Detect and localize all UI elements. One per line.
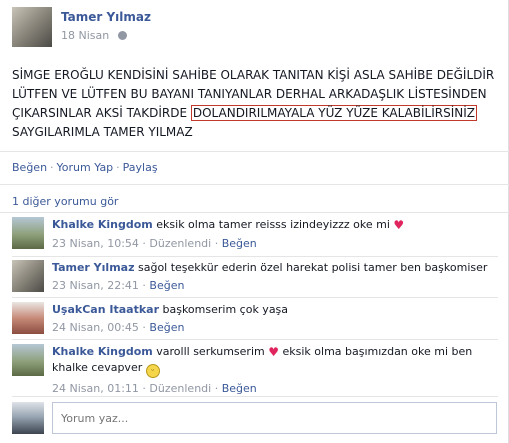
facebook-post: Tamer Yılmaz 18 Nisan SİMGE EROĞLU KENDİ… [0, 0, 509, 443]
comment-date[interactable]: 23 Nisan, 22:41 [52, 279, 139, 292]
post-actions: Beğen · Yorum Yap · Paylaş [12, 161, 158, 174]
author-avatar[interactable] [12, 7, 52, 47]
comment-meta: 23 Nisan, 22:41 · Beğen [52, 279, 185, 292]
heart-icon: ♥ [393, 218, 405, 232]
comment-date[interactable]: 24 Nisan, 01:11 [52, 382, 139, 395]
commenter-name[interactable]: UşakCan Itaatkar [52, 303, 159, 316]
post-text-highlight: DOLANDIRILMAYALA YÜZ YÜZE KALABİLİRSİNİZ [190, 105, 477, 121]
comment-text: sağol teşekkür ederin özel harekat polis… [137, 261, 488, 274]
post-text-after: SAYGILARIMLA TAMER YILMAZ [12, 125, 193, 139]
divider [12, 297, 498, 298]
commenter-avatar[interactable] [12, 217, 44, 249]
comment-like-button[interactable]: Beğen [149, 279, 184, 292]
comment-edited-label[interactable]: Düzenlendi [149, 382, 211, 395]
commenter-name[interactable]: Khalke Kingdom [52, 345, 153, 358]
post-body: SİMGE EROĞLU KENDİSİNİ SAHİBE OLARAK TAN… [12, 66, 498, 142]
current-user-avatar [12, 402, 44, 434]
divider [0, 184, 509, 185]
commenter-avatar[interactable] [12, 260, 44, 292]
smile-icon: ᵕ [145, 364, 160, 378]
comment-input[interactable] [52, 402, 497, 434]
comment-button[interactable]: Yorum Yap [57, 161, 114, 174]
comment-body: UşakCan Itaatkar başkomserim çok yaşa 24… [52, 302, 492, 335]
divider [12, 339, 498, 340]
commenter-name[interactable]: Tamer Yılmaz [52, 261, 134, 274]
heart-icon: ♥ [268, 345, 279, 359]
like-button[interactable]: Beğen [12, 161, 47, 174]
commenter-avatar[interactable] [12, 344, 44, 376]
divider [12, 256, 498, 257]
action-separator: · [50, 161, 54, 174]
post-meta: 18 Nisan [61, 29, 127, 42]
comment-edited-label[interactable]: Düzenlendi [149, 237, 211, 250]
comment-like-button[interactable]: Beğen [222, 382, 257, 395]
commenter-avatar[interactable] [12, 302, 44, 334]
divider [0, 212, 509, 213]
comment-meta: 24 Nisan, 00:45 · Beğen [52, 321, 185, 334]
commenter-name[interactable]: Khalke Kingdom [52, 218, 153, 231]
comment-body: Tamer Yılmaz sağol teşekkür ederin özel … [52, 260, 492, 293]
comment-body: Khalke Kingdom varolll serkumserim ♥ eks… [52, 344, 492, 396]
globe-icon [117, 31, 127, 40]
divider [12, 396, 498, 397]
comment-date[interactable]: 24 Nisan, 00:45 [52, 321, 139, 334]
divider [0, 151, 509, 152]
comment-text: başkomserim çok yaşa [162, 303, 289, 316]
comment-body: Khalke Kingdom eksik olma tamer reisss i… [52, 217, 492, 251]
comment-like-button[interactable]: Beğen [149, 321, 184, 334]
comment-meta: 23 Nisan, 10:54 · Düzenlendi · Beğen [52, 237, 257, 250]
post-date[interactable]: 18 Nisan [61, 29, 109, 42]
post-author-name[interactable]: Tamer Yılmaz [61, 10, 151, 24]
comment-like-button[interactable]: Beğen [222, 237, 257, 250]
share-button[interactable]: Paylaş [123, 161, 158, 174]
comment-text: eksik olma tamer reisss izindeyizzz oke … [156, 218, 390, 231]
comment-date[interactable]: 23 Nisan, 10:54 [52, 237, 139, 250]
action-separator: · [116, 161, 120, 174]
comment-text-before: varolll serkumserim [156, 345, 265, 358]
view-more-comments-link[interactable]: 1 diğer yorumu gör [12, 195, 118, 208]
comment-meta: 24 Nisan, 01:11 · Düzenlendi · Beğen [52, 382, 257, 395]
